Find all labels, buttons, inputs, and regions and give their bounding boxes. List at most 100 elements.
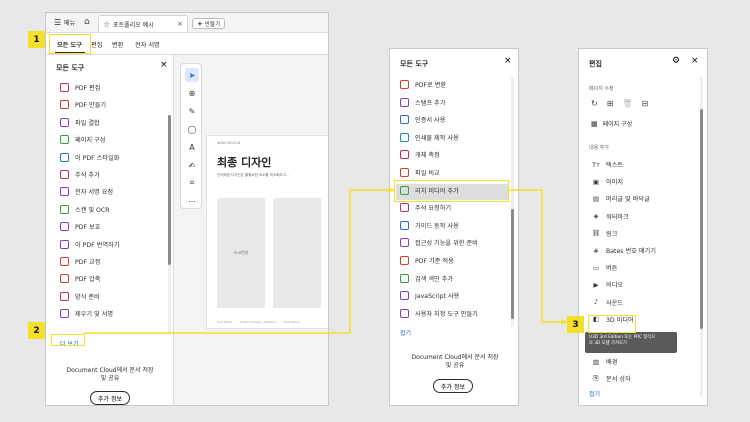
tab-convert[interactable]: 변환 <box>112 40 123 49</box>
text-tool-icon[interactable]: A <box>185 140 199 154</box>
tool-list-item[interactable]: PDF 편집 <box>60 79 166 96</box>
window-1: ☰ 메뉴 ⌂ ☆ 포트폴리오 예시 × + 만들기 모든 도구 편집 변환 전자… <box>45 12 329 406</box>
screenshot-placeholder: 스크린샷 <box>217 198 265 308</box>
tool-list-label: 양식 준비 <box>75 293 100 301</box>
tool-list-item[interactable]: 전자 서명 요청 <box>60 183 166 200</box>
edit-item[interactable]: ▧ 배경 <box>591 353 697 370</box>
edit-item[interactable]: ⛓ 링크 <box>591 225 697 242</box>
more-info-button-2[interactable]: 추가 정보 <box>433 379 473 393</box>
tool-list-item[interactable]: 이 PDF 번역하기 <box>60 236 166 253</box>
tool-list-2-item[interactable]: 파일 비교 <box>400 164 508 181</box>
comment-tool-icon[interactable]: ⊕ <box>185 86 199 100</box>
tool-list-2-item[interactable]: 개체 측정 <box>400 146 508 163</box>
tool-list-2-item[interactable]: 스탬프 추가 <box>400 94 508 111</box>
tool-list-label: PDF 편집 <box>75 85 101 92</box>
tool-list-item[interactable]: 이 PDF 스타일화 <box>60 149 166 166</box>
tool-icon <box>60 204 69 214</box>
collapse-link[interactable]: 접기 <box>400 328 411 337</box>
tool-icon <box>60 274 69 284</box>
crop-tool-icon[interactable]: ⌗ <box>185 176 199 190</box>
close-panel-icon-3[interactable]: × <box>691 56 699 66</box>
new-tab-button[interactable]: + 만들기 <box>192 18 226 29</box>
document-page: NAMU DESIGN 최종 디자인 인더에센 디자인은 불필요한 요소를 최소… <box>206 135 328 329</box>
tool-rail: ➤ ⊕ ✎ ◯ A ✍ ⌗ … <box>180 63 202 209</box>
tool-icon <box>400 168 409 177</box>
edit-item[interactable]: ▭ 버튼 <box>591 259 697 276</box>
tool-icon <box>400 256 409 265</box>
edit-item[interactable]: ▶ 비디오 <box>591 276 697 293</box>
more-info-button[interactable]: 추가 정보 <box>90 391 130 405</box>
all-tools-panel: 모든 도구 × PDF 편집 PDF 만들기 파일 결합 페이지 구성 이 PDF 스타… <box>46 55 174 405</box>
edit-item[interactable]: # Bates 번호 매기기 <box>591 242 697 259</box>
tool-list-2-item[interactable]: 인증서 사용 <box>400 111 508 128</box>
edit-item[interactable]: ♪ 사운드 <box>591 294 697 311</box>
settings-gear-icon[interactable]: ⚙ <box>672 56 680 66</box>
scrollbar-thumb[interactable] <box>168 115 171 265</box>
tool-list-item[interactable]: 파일 결합 <box>60 114 166 131</box>
home-icon[interactable]: ⌂ <box>84 17 90 27</box>
tool-list-2-item[interactable]: 검색 색인 추가 <box>400 270 508 287</box>
tool-list-2-item[interactable]: PDF로 변환 <box>400 76 508 93</box>
watermark-icon: ◈ <box>593 212 599 221</box>
close-tab-icon[interactable]: × <box>177 20 183 28</box>
edit-item[interactable]: ▣ 이미지 <box>591 173 697 190</box>
star-icon[interactable]: ☆ <box>103 20 110 29</box>
tool-icon <box>60 239 69 249</box>
edit-item[interactable]: Tт 텍스트 <box>591 156 697 173</box>
select-tool-icon[interactable]: ➤ <box>185 68 199 82</box>
menu-button[interactable]: ☰ 메뉴 <box>54 18 75 27</box>
tab-edit[interactable]: 편집 <box>91 40 102 49</box>
tool-list-item[interactable]: 스캔 및 OCR <box>60 201 166 218</box>
tool-list-2-item[interactable]: PDF 기준 적용 <box>400 252 508 269</box>
tool-list-item[interactable]: PDF 교정 <box>60 253 166 270</box>
tool-list-2-item[interactable]: 사용자 지정 도구 만들기 <box>400 305 508 322</box>
tool-list-2-label: 사용자 지정 도구 만들기 <box>415 310 478 318</box>
edit-item[interactable]: ◈ 워터마크 <box>591 208 697 225</box>
video-icon: ▶ <box>593 280 599 289</box>
tool-list-label: PDF 압축 <box>75 276 101 284</box>
document-tab[interactable]: ☆ 포트폴리오 예시 × <box>98 15 188 32</box>
tool-list-item[interactable]: PDF 압축 <box>60 270 166 287</box>
tool-list-item[interactable]: PDF 만들기 <box>60 96 166 113</box>
tool-icon <box>60 170 69 179</box>
tool-list-item[interactable]: 주석 추가 <box>60 166 166 183</box>
more-tools-icon[interactable]: … <box>185 192 199 206</box>
pen-tool-icon[interactable]: ✎ <box>185 104 199 118</box>
extract-page-icon[interactable]: ⊟ <box>642 99 649 108</box>
tool-list-2-item[interactable]: 인쇄물 제작 사용 <box>400 129 508 146</box>
tool-icon <box>400 238 409 248</box>
rotate-icon[interactable]: ↻ <box>591 99 598 108</box>
delete-icon[interactable]: 🗑 <box>622 99 632 108</box>
scrollbar-thumb-2[interactable] <box>511 209 514 319</box>
tool-list-2-item[interactable]: 접근성 기능을 위한 준비 <box>400 234 508 251</box>
tool-list-item[interactable]: PDF 보호 <box>60 218 166 235</box>
page-organize-icon: ▦ <box>591 119 598 128</box>
edit-item[interactable]: ▤ 머리글 및 바닥글 <box>591 190 697 207</box>
highlight-all-tools <box>49 34 91 54</box>
tool-list-item[interactable]: 제우기 및 서명 <box>60 305 166 322</box>
tool-list-2-item[interactable]: 가이드 동작 사용 <box>400 217 508 234</box>
tool-list-2-item[interactable]: JavaScript 사용 <box>400 287 508 304</box>
edit-item-label: 텍스트 <box>606 162 624 169</box>
signature-tool-icon[interactable]: ✍ <box>185 158 199 172</box>
step-badge-1: 1 <box>28 31 45 48</box>
page-organize-item[interactable]: ▦ 페이지 구성 <box>591 119 632 129</box>
tool-list-item[interactable]: 페이지 구성 <box>60 131 166 148</box>
tool-list-label: 이 PDF 스타일화 <box>75 154 120 162</box>
window-2: 모든 도구 × PDF로 변환 스탬프 추가 인증서 사용 인쇄물 제작 사용 개체 측… <box>389 48 519 406</box>
edit-item-label: Bates 번호 매기기 <box>606 248 656 255</box>
button-icon: ▭ <box>592 263 600 272</box>
close-panel-icon[interactable]: × <box>160 60 168 70</box>
insert-page-icon[interactable]: ⊞ <box>607 99 614 108</box>
scrollbar-thumb-3[interactable] <box>700 109 703 329</box>
window-3: 편집 ⚙ × 페이지 수정 ↻ ⊞ 🗑 ⊟ ▦ 페이지 구성 내용 추가 Tт 텍… <box>578 48 708 406</box>
lasso-tool-icon[interactable]: ◯ <box>185 122 199 136</box>
edit-item[interactable]: ⎘ 문서 상자 <box>591 370 697 387</box>
screenshot-placeholder-2 <box>273 198 321 308</box>
tab-e-sign[interactable]: 전자 서명 <box>135 40 160 49</box>
collapse-link-3[interactable]: 접기 <box>589 389 600 398</box>
tool-icon <box>400 97 409 107</box>
cloud-text: Document Cloud에서 문서 저장 및 공유 <box>66 367 154 382</box>
close-panel-icon-2[interactable]: × <box>504 56 512 66</box>
tool-list-item[interactable]: 양식 준비 <box>60 288 166 305</box>
